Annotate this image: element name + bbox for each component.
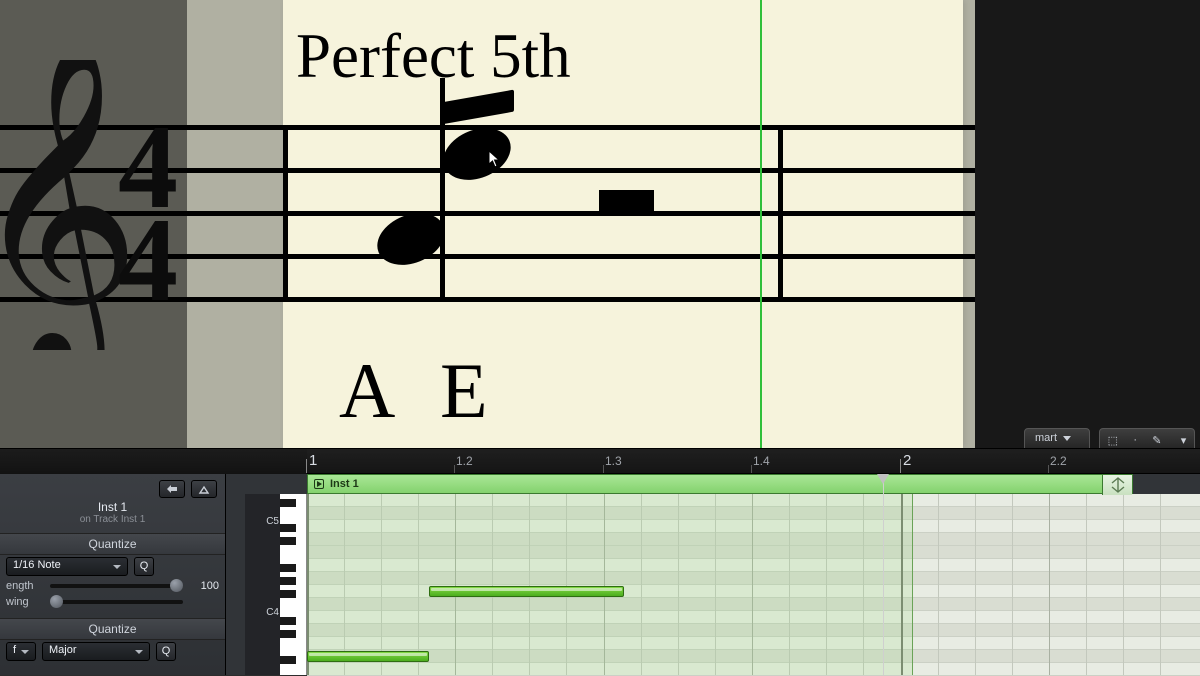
quantize-value-dropdown[interactable]: 1/16 Note <box>6 557 128 576</box>
region-inspector: Inst 1 on Track Inst 1 Quantize 1/16 Not… <box>0 474 225 675</box>
midi-note[interactable] <box>307 651 429 662</box>
snap-mode-label: mart <box>1035 432 1057 444</box>
interval-label: Perfect 5th <box>296 20 571 93</box>
strength-value: 100 <box>193 580 219 592</box>
arrange-area-dark <box>975 0 1200 448</box>
half-rest <box>599 190 654 212</box>
note-label-a: A <box>339 346 395 436</box>
strength-label: ength <box>6 580 40 592</box>
barline <box>778 125 783 300</box>
quantize-apply-button[interactable]: Q <box>134 557 154 576</box>
timeline-ruler[interactable]: 1 1.2 1.3 1.4 2 2.2 <box>0 448 1200 474</box>
pencil-icon[interactable]: ✎ <box>1152 434 1161 447</box>
pointer-icon[interactable]: ⬚ <box>1108 434 1118 447</box>
inspector-track-sub: on Track Inst 1 <box>0 514 225 525</box>
ruler-mark: 1 <box>309 452 317 469</box>
scale-mode-dropdown[interactable]: Major <box>42 642 150 661</box>
piano-keys[interactable] <box>280 494 307 675</box>
ruler-mark: 1.3 <box>605 454 622 468</box>
ruler-mark: 1.4 <box>753 454 770 468</box>
scale-quantize-header[interactable]: Quantize <box>0 618 225 640</box>
time-sig-denominator: 4 <box>118 213 178 307</box>
score-playhead[interactable] <box>760 0 762 448</box>
region-extent-shade <box>307 494 913 675</box>
strength-slider[interactable] <box>50 584 183 588</box>
swing-slider[interactable] <box>50 600 183 604</box>
barline <box>283 125 288 300</box>
key-label-column: C5 C4 <box>245 494 280 675</box>
quantize-value-label: 1/16 Note <box>13 559 61 571</box>
inspector-track-name: Inst 1 <box>0 500 225 514</box>
mouse-cursor-icon <box>488 150 504 173</box>
inspector-link-button[interactable] <box>159 480 185 498</box>
ruler-mark: 2 <box>903 452 911 469</box>
midi-note[interactable] <box>429 586 624 597</box>
slider-knob[interactable] <box>50 595 63 608</box>
time-quantize-header[interactable]: Quantize <box>0 533 225 555</box>
scale-mode-label: Major <box>49 644 77 656</box>
piano-roll[interactable]: C5 C4 <box>225 474 1200 675</box>
region-play-icon[interactable] <box>314 479 324 489</box>
scale-key-dropdown[interactable]: f <box>6 642 36 661</box>
scale-quantize-apply-button[interactable]: Q <box>156 642 176 661</box>
ruler-mark: 1.2 <box>456 454 473 468</box>
swing-label: wing <box>6 596 40 608</box>
scale-key-label: f <box>13 644 16 656</box>
region-loop-handle[interactable] <box>1102 475 1132 495</box>
inspector-catch-button[interactable] <box>191 480 217 498</box>
octave-label-c5: C5 <box>247 516 279 527</box>
slider-knob[interactable] <box>170 579 183 592</box>
region-header[interactable]: Inst 1 <box>307 474 1133 494</box>
divider: · <box>1133 434 1137 446</box>
ruler-mark: 2.2 <box>1050 454 1067 468</box>
note-label-e: E <box>440 346 488 436</box>
region-name: Inst 1 <box>330 478 359 490</box>
octave-label-c4: C4 <box>247 607 279 618</box>
piano-roll-playhead[interactable] <box>883 474 884 675</box>
ruler-left-pad <box>0 449 307 475</box>
